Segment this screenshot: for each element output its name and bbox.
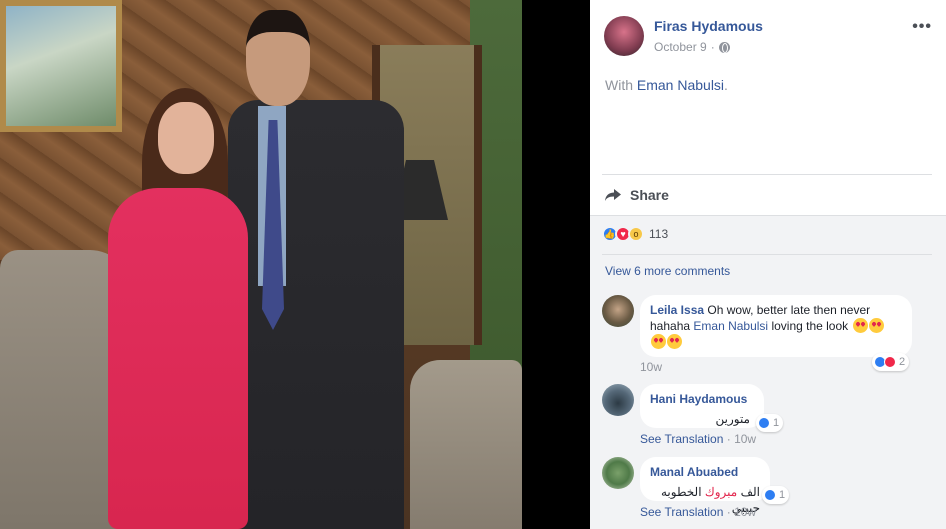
tagged-user-link[interactable]: Eman Nabulsi — [637, 77, 724, 93]
armchair-right — [410, 360, 522, 529]
globe-icon[interactable] — [718, 41, 730, 53]
footer-dot: · — [726, 432, 731, 446]
commenter-avatar[interactable] — [602, 295, 634, 327]
author-name[interactable]: Firas Hydamous — [654, 18, 763, 34]
see-translation-link[interactable]: See Translation — [640, 505, 723, 519]
more-options-icon[interactable]: ••• — [912, 18, 932, 36]
like-icon — [758, 417, 770, 429]
with-prefix: With — [605, 77, 633, 93]
comment-text: hahaha — [650, 319, 691, 333]
tagged-line: With Eman Nabulsi. — [605, 77, 728, 93]
comment-footer: 10w — [640, 360, 662, 374]
comment-highlight: مبروك — [704, 485, 738, 499]
woman-face — [158, 102, 214, 174]
commenter-name[interactable]: Hani Haydamous — [650, 391, 754, 407]
comment-reaction-count: 1 — [773, 417, 780, 429]
comment-reaction-count: 2 — [899, 356, 906, 368]
comment-text: Oh wow, better late then never — [707, 303, 871, 317]
heart-eyes-emoji-icon — [667, 334, 682, 349]
comment-reactions[interactable]: 2 — [872, 353, 910, 371]
post-sidebar: Firas Hydamous October 9 · ••• With Eman… — [590, 0, 946, 529]
like-icon — [764, 489, 776, 501]
mention-link[interactable]: Eman Nabulsi — [693, 319, 768, 333]
comment-text: الف — [740, 485, 760, 499]
reaction-count[interactable]: 113 — [649, 227, 668, 241]
author-avatar[interactable] — [604, 16, 644, 56]
commenter-avatar[interactable] — [602, 457, 634, 489]
comment-reactions[interactable]: 1 — [762, 486, 790, 504]
commenter-avatar[interactable] — [602, 384, 634, 416]
photo-gutter — [522, 0, 590, 529]
comment-footer: See Translation · 10w — [640, 505, 756, 519]
post-date[interactable]: October 9 — [654, 40, 707, 54]
comment-bubble: Hani Haydamous متورين — [640, 384, 764, 428]
post-meta: October 9 · — [654, 40, 730, 54]
commenter-name[interactable]: Manal Abuabed — [650, 464, 760, 480]
woman-figure — [82, 88, 262, 529]
love-icon — [884, 356, 896, 368]
divider — [602, 254, 932, 255]
comment-time[interactable]: 10w — [734, 432, 756, 446]
heart-eyes-emoji-icon — [651, 334, 666, 349]
comment-footer: See Translation · 10w — [640, 432, 756, 446]
comment-text: متورين — [715, 412, 750, 426]
wow-reaction-icon: o — [628, 226, 644, 242]
share-label: Share — [630, 186, 669, 203]
comment-time[interactable]: 10w — [640, 360, 662, 374]
view-more-comments-link[interactable]: View 6 more comments — [605, 264, 730, 278]
post-header: Firas Hydamous October 9 · ••• — [590, 0, 946, 70]
meta-separator: · — [710, 40, 715, 54]
tag-suffix: . — [724, 77, 728, 93]
comment-bubble: Manal Abuabed الف مبروك الخطوبه حبيبي — [640, 457, 770, 515]
post-photo[interactable] — [0, 0, 522, 529]
comment-text: loving the look — [771, 319, 849, 333]
share-icon — [604, 188, 622, 202]
reaction-summary[interactable]: 👍 ♥ o 113 — [602, 226, 668, 242]
comment-reactions[interactable]: 1 — [756, 414, 784, 432]
commenter-name[interactable]: Leila Issa — [650, 303, 704, 317]
comment-bubble: Leila Issa Oh wow, better late then neve… — [640, 295, 912, 357]
footer-dot: · — [726, 505, 731, 519]
comment-reaction-count: 1 — [779, 489, 786, 501]
comment-time[interactable]: 10w — [734, 505, 756, 519]
heart-eyes-emoji-icon — [868, 318, 884, 333]
share-button[interactable]: Share — [602, 174, 932, 214]
heart-eyes-emoji-icon — [852, 318, 868, 333]
see-translation-link[interactable]: See Translation — [640, 432, 723, 446]
